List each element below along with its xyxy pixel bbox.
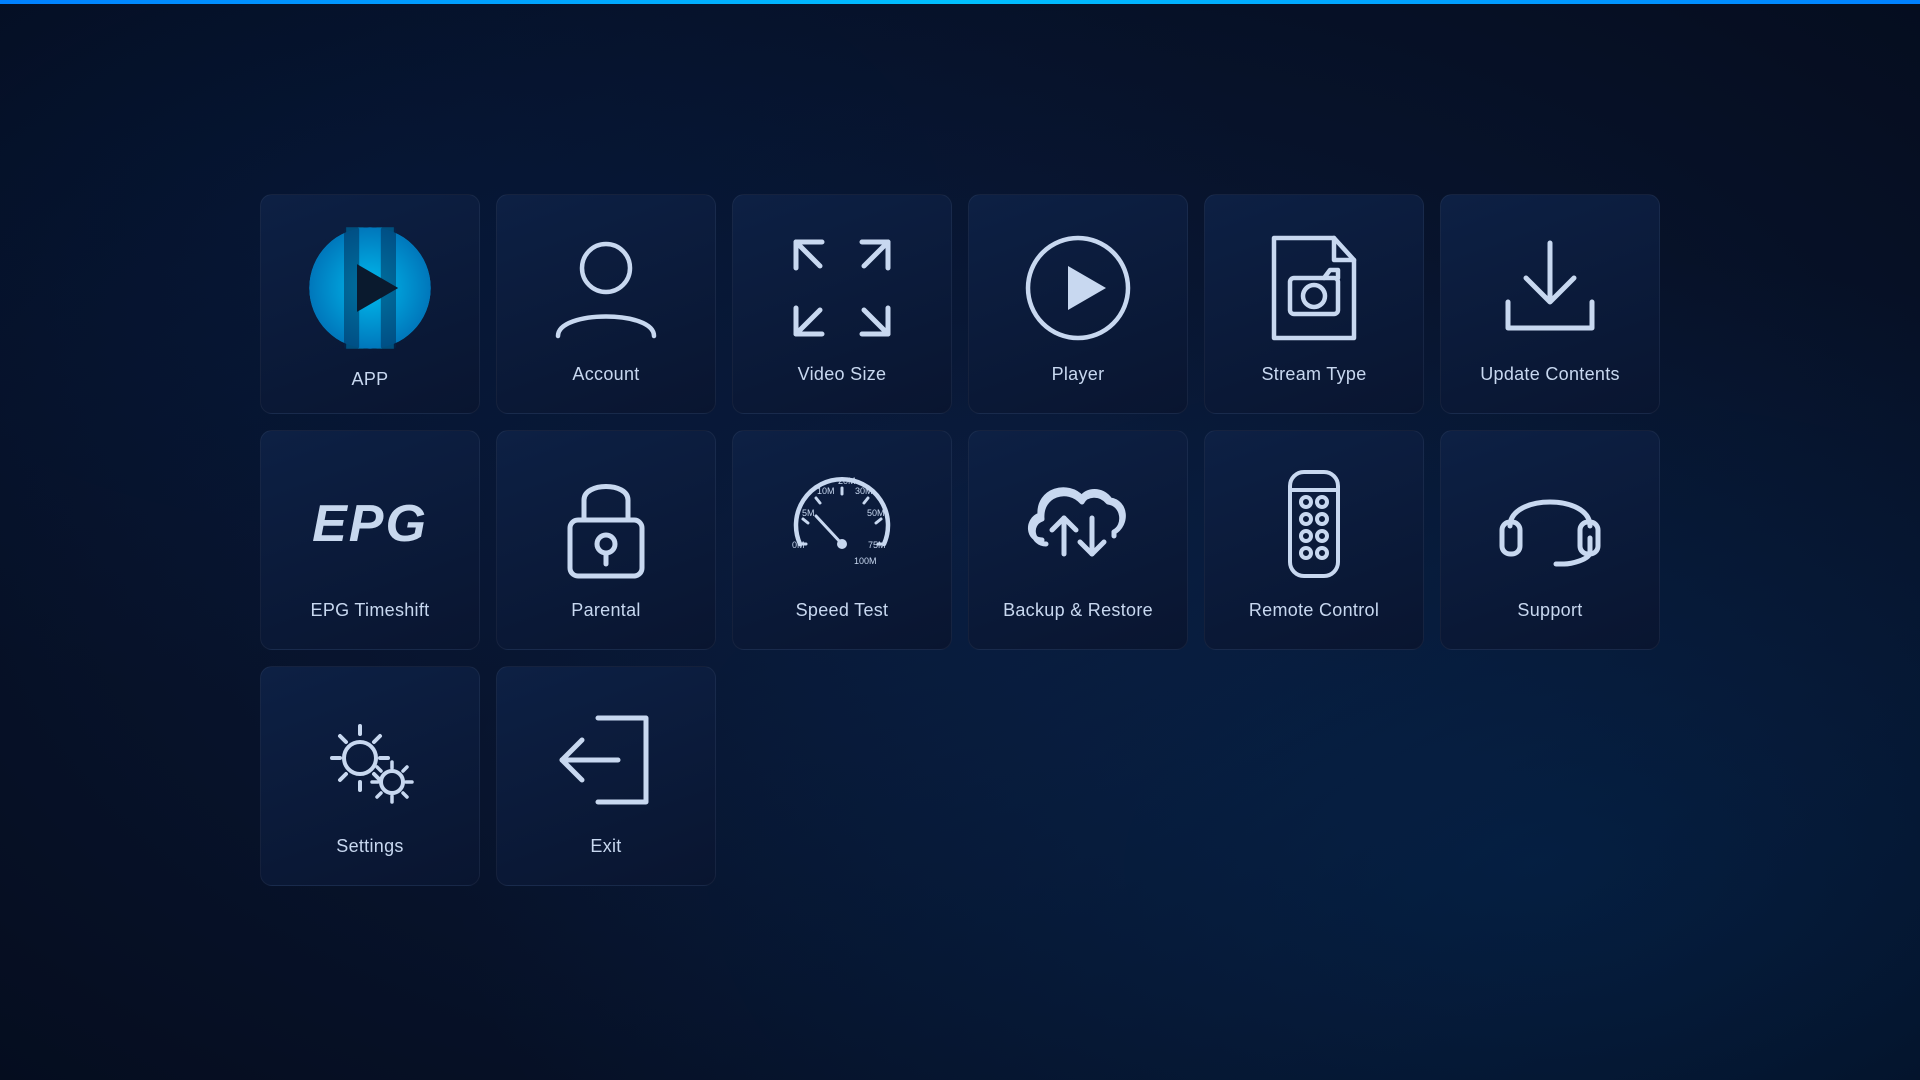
- svg-text:50M: 50M: [867, 508, 885, 518]
- tile-update-contents[interactable]: Update Contents: [1440, 194, 1660, 414]
- tile-video-size[interactable]: Video Size: [732, 194, 952, 414]
- tile-exit[interactable]: Exit: [496, 666, 716, 886]
- tile-speed-test[interactable]: 0M 5M 10M 20M 30M 50M 75M 100M Speed Tes…: [732, 430, 952, 650]
- player-label: Player: [1052, 364, 1105, 385]
- video-size-icon: [782, 228, 902, 348]
- exit-icon: [546, 700, 666, 820]
- remote-control-label: Remote Control: [1249, 600, 1379, 621]
- tile-player[interactable]: Player: [968, 194, 1188, 414]
- svg-text:10M: 10M: [817, 486, 835, 496]
- video-size-label: Video Size: [798, 364, 887, 385]
- svg-text:30M: 30M: [855, 486, 873, 496]
- parental-label: Parental: [571, 600, 640, 621]
- svg-text:100M: 100M: [854, 556, 877, 566]
- exit-label: Exit: [590, 836, 621, 857]
- update-contents-label: Update Contents: [1480, 364, 1620, 385]
- backup-restore-label: Backup & Restore: [1003, 600, 1153, 621]
- stream-type-label: Stream Type: [1261, 364, 1366, 385]
- speed-test-label: Speed Test: [796, 600, 889, 621]
- tile-epg[interactable]: EPG EPG Timeshift: [260, 430, 480, 650]
- svg-text:20M: 20M: [838, 476, 856, 486]
- player-icon: [1018, 228, 1138, 348]
- parental-icon: [546, 464, 666, 584]
- settings-label: Settings: [336, 836, 403, 857]
- settings-icon: [310, 700, 430, 820]
- tile-settings[interactable]: Settings: [260, 666, 480, 886]
- epg-icon: EPG: [310, 464, 430, 584]
- epg-label: EPG Timeshift: [311, 600, 430, 621]
- tile-stream-type[interactable]: Stream Type: [1204, 194, 1424, 414]
- settings-grid: APP Account: [220, 154, 1700, 926]
- remote-control-icon: [1254, 464, 1374, 584]
- tile-empty-1: [732, 666, 952, 886]
- speed-test-icon: 0M 5M 10M 20M 30M 50M 75M 100M: [782, 464, 902, 584]
- tile-empty-3: [1204, 666, 1424, 886]
- tile-support[interactable]: Support: [1440, 430, 1660, 650]
- tile-remote-control[interactable]: Remote Control: [1204, 430, 1424, 650]
- tile-backup-restore[interactable]: Backup & Restore: [968, 430, 1188, 650]
- support-icon: [1490, 464, 1610, 584]
- support-label: Support: [1517, 600, 1582, 621]
- tile-account[interactable]: Account: [496, 194, 716, 414]
- account-label: Account: [572, 364, 639, 385]
- tile-app[interactable]: APP: [260, 194, 480, 414]
- app-icon: [305, 223, 435, 353]
- svg-text:75M: 75M: [868, 540, 886, 550]
- tile-parental[interactable]: Parental: [496, 430, 716, 650]
- tile-empty-2: [968, 666, 1188, 886]
- app-label: APP: [352, 369, 389, 390]
- stream-type-icon: [1254, 228, 1374, 348]
- svg-text:5M: 5M: [802, 508, 815, 518]
- backup-restore-icon: [1018, 464, 1138, 584]
- tile-empty-4: [1440, 666, 1660, 886]
- svg-text:0M: 0M: [792, 540, 805, 550]
- account-icon: [546, 228, 666, 348]
- update-contents-icon: [1490, 228, 1610, 348]
